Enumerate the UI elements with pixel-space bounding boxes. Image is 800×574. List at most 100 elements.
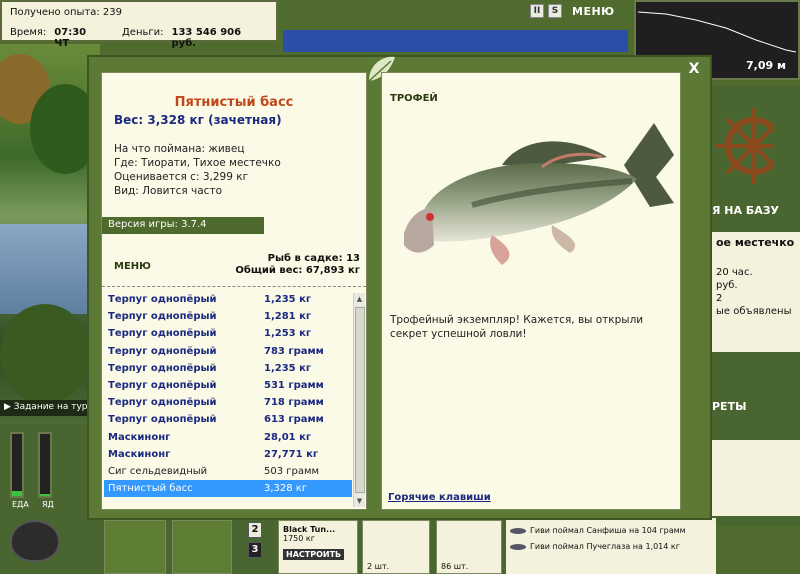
feed-item: Гиви поймал Пучеглаза на 1,014 кг (510, 542, 712, 551)
catch-row-selected[interactable]: Пятнистый басс 3,328 кг (104, 480, 352, 498)
fish-info-pane: Пятнистый басс Вес: 3,328 кг (зачетная) … (101, 72, 367, 510)
fish-weight: Вес: 3,328 кг (зачетная) (114, 113, 282, 127)
info-line: руб. (716, 280, 738, 291)
catch-fish-weight: 531 грамм (264, 380, 324, 392)
ship-wheel-icon[interactable] (712, 100, 774, 192)
catch-fish-name: Терпуг однопёрый (108, 397, 217, 409)
info-line: ые объявлены (716, 306, 792, 317)
catch-fish-weight: 1,235 кг (264, 294, 312, 306)
catch-dialog: X Пятнистый басс Вес: 3,328 кг (зачетная… (87, 55, 712, 520)
task-bar[interactable]: ▶ Задание на тур (0, 400, 100, 416)
catch-fish-weight: 27,771 кг (264, 448, 319, 460)
bait-detail: На что поймана: живец (114, 143, 245, 155)
catch-list-scrollbar[interactable]: ▲ ▼ (353, 293, 365, 507)
go-to-base-button[interactable]: Я НА БАЗУ (712, 204, 779, 217)
hook-slot[interactable]: 2 шт. (362, 520, 430, 574)
slot-2-button[interactable]: 2 (248, 522, 262, 538)
catch-fish-weight: 718 грамм (264, 397, 324, 409)
catch-fish-weight: 783 грамм (264, 345, 324, 357)
time-label: Время: (10, 27, 47, 38)
game-scene-view (0, 44, 100, 424)
feed-item: Гиви поймал Санфиша на 104 грамм (510, 526, 712, 535)
divider (102, 286, 366, 287)
bait-count: 86 шт. (441, 562, 469, 571)
catch-fish-name: Терпуг однопёрый (108, 345, 217, 357)
version-bar: Версия игры: 3.7.4 (102, 217, 264, 234)
catch-row[interactable]: Сиг сельдевидный 503 грамм (104, 463, 352, 480)
rod-name: Black Tun... (283, 525, 336, 534)
info-line: 20 час. (716, 267, 753, 278)
main-menu-button[interactable]: МЕНЮ (572, 5, 615, 18)
catch-fish-weight: 3,328 кг (264, 483, 308, 495)
trophy-pane: ТРОФЕЙ Трофейный экземпляр! Кажется, вы … (381, 72, 681, 510)
dialog-menu-button[interactable]: МЕНЮ (114, 261, 151, 272)
scroll-up-icon[interactable]: ▲ (354, 293, 365, 305)
catch-row[interactable]: Терпуг однопёрый 783 грамм (104, 343, 352, 360)
rod-slot[interactable]: Black Tun... 1750 кг НАСТРОИТЬ (278, 520, 358, 574)
setup-button[interactable]: НАСТРОИТЬ (283, 549, 345, 560)
catch-fish-name: Маскинонг (108, 431, 171, 443)
pause-button[interactable]: II (530, 4, 544, 18)
bait-fish-slot[interactable]: 86 шт. (436, 520, 502, 574)
feed-text: Гиви поймал Пучеглаза на 1,014 кг (530, 542, 680, 551)
catch-row[interactable]: Маскинонг 28,01 кг (104, 429, 352, 446)
info-line: 2 (716, 293, 723, 304)
bait-meter (38, 432, 52, 498)
location-name: ое местечко (716, 236, 795, 249)
catch-fish-weight: 1,281 кг (264, 311, 312, 323)
catch-row[interactable]: Терпуг однопёрый 1,235 кг (104, 360, 352, 377)
catch-list[interactable]: Терпуг однопёрый 1,235 кг Терпуг однопёрый… (104, 291, 352, 509)
scroll-down-icon[interactable]: ▼ (354, 495, 365, 507)
bucket-slot[interactable] (172, 520, 232, 574)
food-meter (10, 432, 24, 498)
catch-fish-weight: 503 грамм (264, 465, 320, 477)
food-meter-label: ЕДА (12, 500, 29, 509)
feed-text: Гиви поймал Санфиша на 104 грамм (530, 526, 686, 535)
catch-fish-weight: 613 грамм (264, 414, 324, 426)
catch-fish-name: Терпуг однопёрый (108, 414, 217, 426)
bait-meter-label: ЯД (42, 500, 54, 509)
money-value: 133 546 906 руб. (171, 27, 242, 49)
money-label: Деньги: (121, 27, 164, 38)
rarity-detail: Вид: Ловится часто (114, 185, 222, 197)
trophy-label: ТРОФЕЙ (390, 93, 438, 104)
catch-fish-weight: 1,253 кг (264, 328, 312, 340)
time-value: 07:30 ЧТ (54, 27, 87, 49)
catch-fish-weight: 1,235 кг (264, 362, 312, 374)
catch-fish-name: Маскинонг (108, 448, 171, 460)
catch-row[interactable]: Терпуг однопёрый 613 грамм (104, 411, 352, 428)
catch-row[interactable]: Терпуг однопёрый 531 грамм (104, 377, 352, 394)
catch-row[interactable]: Терпуг однопёрый 1,253 кг (104, 325, 352, 342)
shore-bushes (0, 304, 90, 404)
scroll-thumb[interactable] (355, 307, 365, 493)
sound-button[interactable]: S (548, 4, 562, 18)
task-text: Задание на тур (13, 402, 88, 412)
depth-value: 7,09 м (746, 59, 786, 72)
valuation-detail: Оценивается с: 3,299 кг (114, 171, 249, 183)
trophy-message: Трофейный экземпляр! Кажется, вы открыли… (390, 314, 644, 340)
bait-basket-slot[interactable] (104, 520, 166, 574)
catch-row[interactable]: Терпуг однопёрый 1,281 кг (104, 308, 352, 325)
catch-row[interactable]: Терпуг однопёрый 718 грамм (104, 394, 352, 411)
catch-fish-name: Терпуг однопёрый (108, 362, 217, 374)
hotkeys-link[interactable]: Горячие клавиши (388, 492, 491, 503)
location-detail: Где: Тиорати, Тихое местечко (114, 157, 281, 169)
catch-fish-name: Терпуг однопёрый (108, 311, 217, 323)
total-weight: Общий вес: 67,893 кг (235, 265, 360, 276)
rod-weight: 1750 кг (283, 534, 315, 543)
catch-fish-name: Терпуг однопёрый (108, 328, 217, 340)
slot-3-button[interactable]: 3 (248, 542, 262, 558)
cauldron-icon[interactable] (10, 520, 60, 562)
catch-summary: Рыб в садке: 13 Общий вес: 67,893 кг (235, 253, 360, 277)
catch-row[interactable]: Маскинонг 27,771 кг (104, 446, 352, 463)
top-banner (283, 30, 628, 52)
lake-water (0, 224, 100, 314)
catch-fish-weight: 28,01 кг (264, 431, 312, 443)
fish-eye (426, 213, 434, 221)
catch-row[interactable]: Терпуг однопёрый 1,235 кг (104, 291, 352, 308)
close-button[interactable]: X (686, 61, 702, 77)
secrets-heading[interactable]: РЕТЫ (712, 400, 746, 413)
player-info-panel: Получено опыта: 239 Время: 07:30 ЧТ День… (0, 0, 278, 49)
fish-icon (510, 527, 526, 534)
catch-fish-name: Сиг сельдевидный (108, 465, 208, 477)
